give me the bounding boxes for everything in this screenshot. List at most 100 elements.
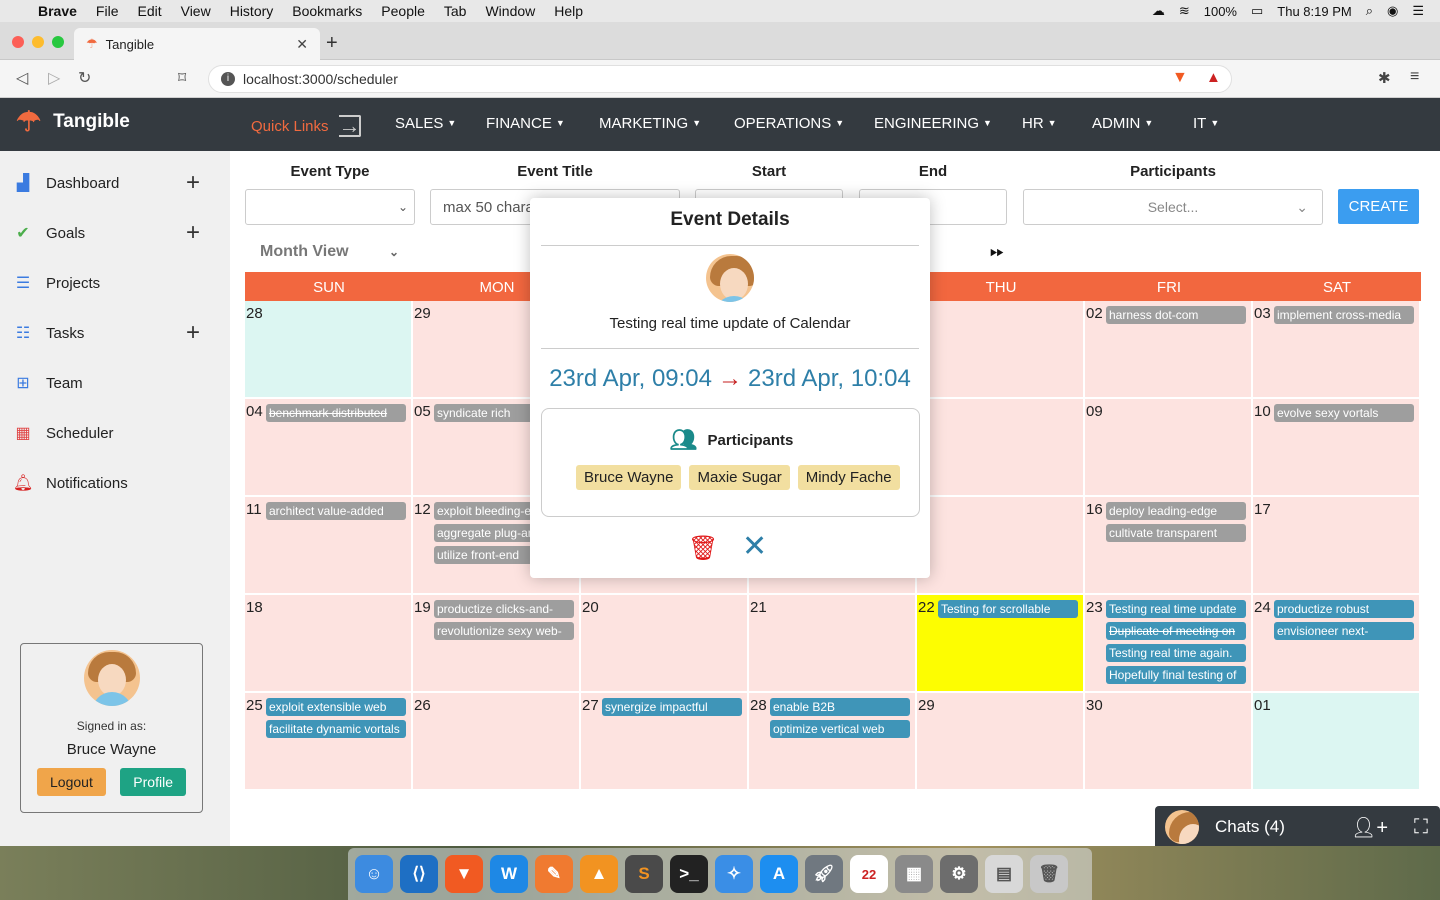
vlc-icon[interactable]: ▲ xyxy=(580,855,618,893)
new-tab-icon[interactable]: + xyxy=(326,32,338,55)
calendar-day[interactable]: 09 xyxy=(1085,399,1253,497)
menu-bookmarks[interactable]: Bookmarks xyxy=(292,3,362,19)
view-select[interactable]: Month View ⌄ xyxy=(260,243,399,261)
calendar-day[interactable]: 1 xyxy=(917,301,1085,399)
nav-engineering[interactable]: ENGINEERING ▼ xyxy=(874,115,992,132)
calendar-day[interactable]: 18 xyxy=(245,595,413,693)
menu-tab[interactable]: Tab xyxy=(444,3,467,19)
calendar-event[interactable]: Testing real time update xyxy=(1106,600,1246,618)
nav-it[interactable]: IT ▼ xyxy=(1193,115,1219,132)
calendar-event[interactable]: envisioneer next- xyxy=(1274,622,1414,640)
calendar-event[interactable]: productize robust xyxy=(1274,600,1414,618)
siri-icon[interactable]: ◉ xyxy=(1387,3,1398,19)
nav-finance[interactable]: FINANCE ▼ xyxy=(486,115,565,132)
calendar-event[interactable]: evolve sexy vortals xyxy=(1274,404,1414,422)
cloud-icon[interactable]: ☁ xyxy=(1152,3,1165,19)
calendar-event[interactable]: architect value-added xyxy=(266,502,406,520)
sidebar-item-dashboard[interactable]: ▟ Dashboard + xyxy=(10,169,210,196)
add-dashboard-icon[interactable]: + xyxy=(186,169,200,197)
calendar-day[interactable]: 5 xyxy=(917,497,1085,595)
browser-tab[interactable]: ☂ Tangible ✕ xyxy=(74,28,320,60)
wifi-icon[interactable]: ≋ xyxy=(1179,3,1190,19)
clock[interactable]: Thu 8:19 PM xyxy=(1277,4,1351,19)
nav-operations[interactable]: OPERATIONS ▼ xyxy=(734,115,844,132)
calendar-day[interactable]: 20 xyxy=(581,595,749,693)
terminal-icon[interactable]: >_ xyxy=(670,855,708,893)
calendar-day[interactable]: 24 productize robust envisioneer next- xyxy=(1253,595,1421,693)
reload-icon[interactable]: ↻ xyxy=(78,68,91,88)
menu-edit[interactable]: Edit xyxy=(137,3,161,19)
spotlight-icon[interactable]: ⌕ xyxy=(1366,3,1373,19)
create-button[interactable]: CREATE xyxy=(1338,189,1419,224)
calendar-event[interactable]: deploy leading-edge xyxy=(1106,502,1246,520)
calendar-day[interactable]: 01 xyxy=(1253,693,1421,791)
calendar-event[interactable]: optimize vertical web xyxy=(770,720,910,738)
calculator-icon[interactable]: ▦ xyxy=(895,855,933,893)
sublime-icon[interactable]: S xyxy=(625,855,663,893)
minimize-window-button[interactable] xyxy=(32,36,44,48)
finder-icon[interactable]: ☺ xyxy=(355,855,393,893)
calendar-day[interactable]: 10 evolve sexy vortals xyxy=(1253,399,1421,497)
calendar-event[interactable]: implement cross-media xyxy=(1274,306,1414,324)
sidebar-item-goals[interactable]: ✔ Goals + xyxy=(10,219,210,246)
forward-icon[interactable]: ▷ xyxy=(48,68,60,88)
nav-admin[interactable]: ADMIN ▼ xyxy=(1092,115,1153,132)
brave-shields-icon[interactable]: ▼ xyxy=(1172,69,1188,87)
logout-button[interactable]: Logout xyxy=(37,768,106,796)
calendar-event[interactable]: enable B2B xyxy=(770,698,910,716)
profile-button[interactable]: Profile xyxy=(120,768,186,796)
calendar-day[interactable]: 26 xyxy=(413,693,581,791)
nav-sales[interactable]: SALES ▼ xyxy=(395,115,456,132)
calendar-day[interactable]: 23 Testing real time update Duplicate of m… xyxy=(1085,595,1253,693)
close-window-button[interactable] xyxy=(12,36,24,48)
calendar-day[interactable]: 25 exploit extensible web facilitate dynam… xyxy=(245,693,413,791)
launchpad-icon[interactable]: 🚀︎ xyxy=(805,855,843,893)
calendar-event[interactable]: Testing for scrollable xyxy=(938,600,1078,618)
calendar-day[interactable]: 02 harness dot-com xyxy=(1085,301,1253,399)
calendar-event[interactable]: productize clicks-and- xyxy=(434,600,574,618)
calendar-day[interactable]: 22 Testing for scrollable xyxy=(917,595,1085,693)
add-goal-icon[interactable]: + xyxy=(186,219,200,247)
calendar-day[interactable]: 11 architect value-added xyxy=(245,497,413,595)
menu-file[interactable]: File xyxy=(96,3,119,19)
calendar-event[interactable]: benchmark distributed xyxy=(266,404,406,422)
back-icon[interactable]: ◁ xyxy=(16,68,28,88)
sidebar-item-projects[interactable]: ☰ Projects xyxy=(10,273,210,293)
brave-icon[interactable]: ▼ xyxy=(445,855,483,893)
close-icon[interactable]: ✕ xyxy=(742,529,767,564)
battery-icon[interactable]: ▭ xyxy=(1251,3,1263,19)
nav-marketing[interactable]: MARKETING ▼ xyxy=(599,115,701,132)
calendar-event[interactable]: Duplicate of meeting on xyxy=(1106,622,1246,640)
calendar-day[interactable]: 8 xyxy=(917,399,1085,497)
brand[interactable]: ☂ Tangible xyxy=(16,108,130,136)
calendar-day[interactable]: 21 xyxy=(749,595,917,693)
menu-view[interactable]: View xyxy=(181,3,211,19)
calendar-day[interactable]: 28 xyxy=(245,301,413,399)
bookmark-icon[interactable]: ⌑ xyxy=(178,68,186,88)
add-user-icon[interactable]: 👤︎+ xyxy=(1351,815,1388,840)
calendar-day[interactable]: 04 benchmark distributed xyxy=(245,399,413,497)
calendar-day[interactable]: 17 xyxy=(1253,497,1421,595)
add-task-icon[interactable]: + xyxy=(186,319,200,347)
calendar-day[interactable]: 30 xyxy=(1085,693,1253,791)
nav-hr[interactable]: HR ▼ xyxy=(1022,115,1057,132)
menu-help[interactable]: Help xyxy=(554,3,583,19)
calendar-event[interactable]: cultivate transparent xyxy=(1106,524,1246,542)
calendar-day[interactable]: 29 xyxy=(917,693,1085,791)
calendar-day[interactable]: 03 implement cross-media xyxy=(1253,301,1421,399)
calendar-day[interactable]: 27 synergize impactful xyxy=(581,693,749,791)
extensions-icon[interactable]: ✱ xyxy=(1378,69,1391,87)
calendar-event[interactable]: exploit extensible web xyxy=(266,698,406,716)
calendar-day[interactable]: 19 productize clicks-and-revolutionize se… xyxy=(413,595,581,693)
notification-center-icon[interactable]: ☰ xyxy=(1412,3,1424,19)
documents-icon[interactable]: ▤ xyxy=(985,855,1023,893)
sidebar-item-scheduler[interactable]: ▦ Scheduler xyxy=(10,423,210,443)
brave-rewards-icon[interactable]: ▲ xyxy=(1206,69,1221,86)
battery-percent[interactable]: 100% xyxy=(1204,4,1237,19)
close-tab-icon[interactable]: ✕ xyxy=(296,36,308,53)
trash-can-icon[interactable]: 🗑︎ xyxy=(1030,855,1068,893)
calendar-day[interactable]: 16 deploy leading-edge cultivate transpare… xyxy=(1085,497,1253,595)
safari-icon[interactable]: ✧ xyxy=(715,855,753,893)
calendar-event[interactable]: Hopefully final testing of xyxy=(1106,666,1246,684)
participants-select[interactable]: Select... ⌄ xyxy=(1023,189,1323,225)
